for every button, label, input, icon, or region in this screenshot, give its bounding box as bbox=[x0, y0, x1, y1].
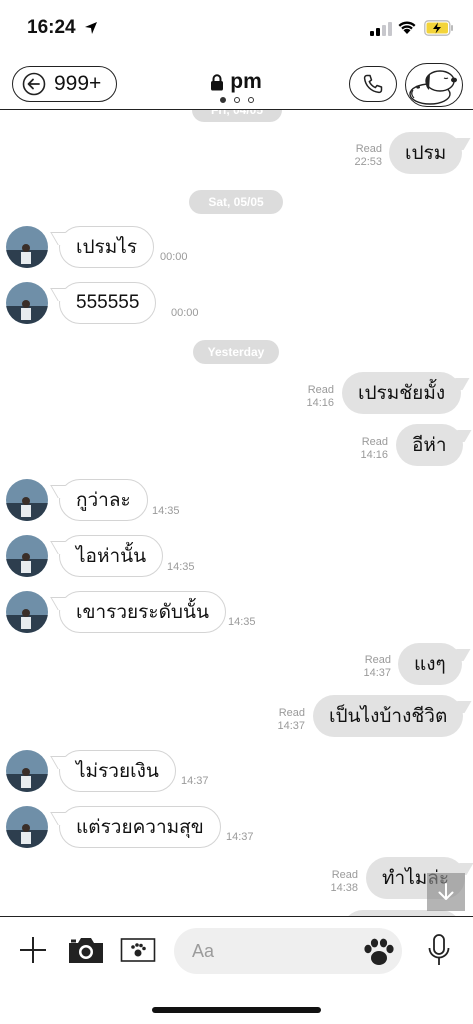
arrow-down-icon bbox=[438, 883, 454, 900]
read-receipt: Read bbox=[355, 143, 382, 155]
message-time: 14:35 bbox=[167, 561, 195, 573]
incoming-message[interactable]: 555555 bbox=[59, 282, 157, 324]
message-meta: Read 14:38 bbox=[320, 869, 358, 895]
lock-icon bbox=[211, 73, 224, 90]
outgoing-message[interactable]: อีห่า bbox=[396, 424, 463, 466]
incoming-message[interactable]: แต่รวยความสุข bbox=[59, 806, 221, 848]
message-time: 14:38 bbox=[330, 882, 358, 894]
phone-icon bbox=[363, 74, 383, 94]
message-input-bar bbox=[0, 916, 473, 984]
back-arrow-icon bbox=[22, 72, 46, 96]
contact-avatar[interactable] bbox=[6, 282, 48, 324]
read-receipt: Read bbox=[307, 384, 334, 396]
incoming-message[interactable]: ไอห่านั้น bbox=[59, 535, 164, 577]
message-meta: Read 14:16 bbox=[296, 384, 334, 410]
contact-photo bbox=[6, 535, 48, 577]
message-time: 14:37 bbox=[277, 720, 305, 732]
message-time: 14:35 bbox=[228, 616, 256, 628]
battery-charging-icon bbox=[424, 20, 453, 36]
outgoing-message[interactable]: เปรม bbox=[389, 132, 463, 174]
message-time: 00:00 bbox=[171, 307, 199, 319]
chat-title: pm bbox=[230, 70, 262, 93]
contact-photo bbox=[6, 806, 48, 848]
add-button[interactable] bbox=[16, 933, 50, 967]
incoming-message[interactable]: เขารวยระดับนั้น bbox=[59, 591, 226, 633]
unread-count: 999+ bbox=[54, 72, 102, 95]
message-time: 14:16 bbox=[360, 449, 388, 461]
message-time: 14:16 bbox=[306, 397, 334, 409]
contact-photo bbox=[6, 591, 48, 633]
contact-photo bbox=[6, 282, 48, 324]
read-receipt: Read bbox=[361, 436, 388, 448]
read-receipt: Read bbox=[331, 869, 358, 881]
incoming-message[interactable]: กูว่าละ bbox=[59, 479, 148, 521]
outgoing-message[interactable]: แงๆ bbox=[398, 643, 462, 685]
read-receipt: Read bbox=[278, 707, 305, 719]
status-bar: 16:24 bbox=[0, 0, 473, 58]
contact-photo bbox=[6, 479, 48, 521]
chat-header: 999+ pm bbox=[0, 58, 473, 110]
message-time: 14:35 bbox=[152, 505, 180, 517]
contact-avatar[interactable] bbox=[6, 750, 48, 792]
outgoing-message[interactable]: เปรมชัยมั้ง bbox=[342, 372, 462, 414]
home-indicator[interactable] bbox=[152, 1007, 321, 1013]
contact-avatar[interactable] bbox=[6, 806, 48, 848]
camera-button[interactable] bbox=[66, 933, 106, 967]
plus-icon bbox=[20, 937, 46, 963]
voice-button[interactable] bbox=[424, 933, 454, 967]
sticker-icon bbox=[120, 938, 156, 962]
status-time: 16:24 bbox=[27, 17, 76, 38]
call-button[interactable] bbox=[349, 66, 397, 102]
contact-photo bbox=[6, 226, 48, 268]
message-meta: Read 14:16 bbox=[350, 436, 388, 462]
date-separator: Fri, 04/05 bbox=[192, 110, 282, 122]
incoming-message[interactable]: เปรมไร bbox=[59, 226, 155, 268]
contact-photo bbox=[6, 750, 48, 792]
profile-avatar[interactable] bbox=[405, 63, 463, 107]
contact-avatar[interactable] bbox=[6, 479, 48, 521]
message-meta: Read 14:37 bbox=[353, 654, 391, 680]
message-list[interactable]: Fri, 04/05 Read 22:53 เปรม Sat, 05/05 เป… bbox=[0, 110, 473, 916]
message-time: 14:37 bbox=[181, 775, 209, 787]
microphone-icon bbox=[428, 934, 450, 965]
scroll-to-bottom-button[interactable] bbox=[427, 873, 465, 911]
message-time: 14:37 bbox=[226, 831, 254, 843]
incoming-message[interactable]: ไม่รวยเงิน bbox=[59, 750, 176, 792]
wifi-icon bbox=[398, 21, 416, 34]
contact-avatar[interactable] bbox=[6, 226, 48, 268]
snoopy-avatar-image bbox=[409, 70, 457, 105]
message-time: 00:00 bbox=[160, 251, 188, 263]
read-receipt: Read bbox=[364, 654, 391, 666]
cellular-signal-icon bbox=[370, 22, 392, 36]
location-arrow-icon bbox=[85, 22, 97, 34]
message-time: 14:37 bbox=[363, 667, 391, 679]
camera-icon bbox=[69, 938, 103, 963]
date-separator: Sat, 05/05 bbox=[189, 190, 283, 214]
message-meta: Read 22:53 bbox=[346, 143, 382, 169]
contact-avatar[interactable] bbox=[6, 591, 48, 633]
chat-title-area[interactable]: pm bbox=[186, 69, 286, 95]
back-button[interactable]: 999+ bbox=[12, 66, 117, 102]
outgoing-message[interactable]: เป็นไงบ้างชีวิต bbox=[313, 695, 464, 737]
message-time: 22:53 bbox=[354, 156, 382, 168]
contact-avatar[interactable] bbox=[6, 535, 48, 577]
message-meta: Read 14:37 bbox=[267, 707, 305, 733]
date-separator: Yesterday bbox=[193, 340, 279, 364]
page-indicator bbox=[220, 97, 254, 103]
sticker-button[interactable] bbox=[119, 933, 157, 967]
emoji-paw-icon[interactable] bbox=[362, 937, 396, 967]
